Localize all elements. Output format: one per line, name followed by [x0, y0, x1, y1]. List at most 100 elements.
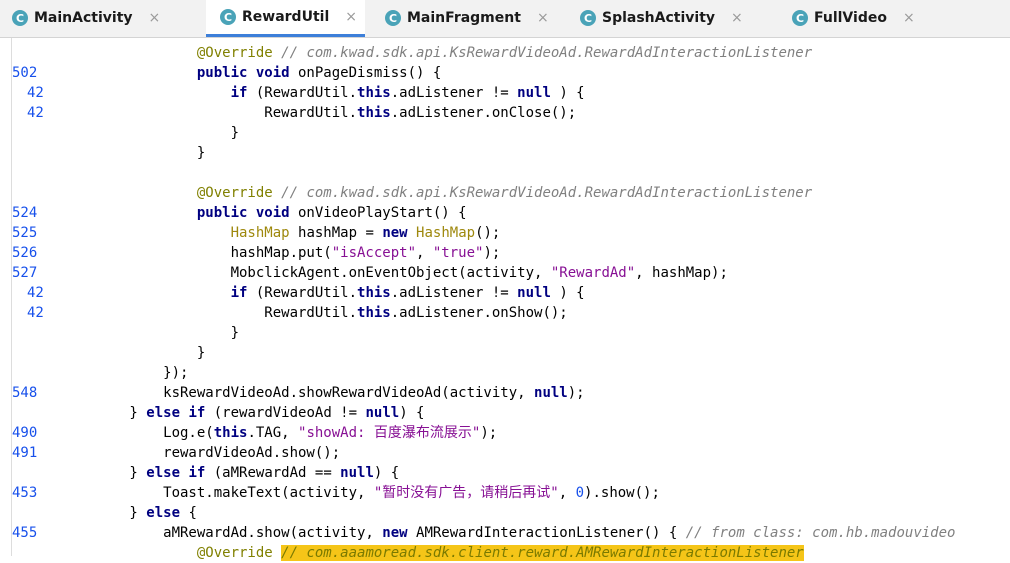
- code-token: // from class: com.hb.madouvideo: [685, 525, 956, 541]
- code-token: RewardUtil.: [62, 305, 358, 321]
- code-token: );: [483, 245, 501, 261]
- line-number: 42: [27, 85, 44, 101]
- code-token: MobclickAgent.onEventObject(activity,: [62, 265, 551, 281]
- code-token: // com.aaamoread.sdk.client.reward.AMRew…: [281, 545, 804, 561]
- line-number: 453: [12, 485, 38, 501]
- code-token: null: [517, 85, 551, 101]
- code-text: @Override // com.kwad.sdk.api.KsRewardVi…: [62, 43, 812, 63]
- code-text: if (RewardUtil.this.adListener != null )…: [62, 283, 585, 303]
- tab-rewardutil[interactable]: C RewardUtil ×: [206, 0, 365, 37]
- line-number: 455: [12, 525, 38, 541]
- code-token: ,: [558, 485, 576, 501]
- code-token: {: [180, 505, 197, 521]
- code-line: 42 RewardUtil.this.adListener.onClose();: [0, 103, 1010, 123]
- tab-label: SplashActivity: [602, 10, 716, 26]
- code-token: Log.e(: [62, 425, 214, 441]
- close-icon[interactable]: ×: [149, 10, 161, 26]
- code-token: public void: [196, 205, 290, 221]
- code-token: (RewardUtil.: [247, 285, 358, 301]
- code-token: @Override: [62, 45, 282, 61]
- code-text: hashMap.put("isAccept", "true");: [62, 243, 501, 263]
- code-token: else if: [146, 465, 206, 481]
- code-token: "true": [432, 245, 484, 261]
- code-text: });: [62, 363, 188, 383]
- code-text: @Override // com.kwad.sdk.api.KsRewardVi…: [62, 183, 812, 203]
- code-token: ,: [416, 245, 433, 261]
- code-token: ) {: [399, 405, 425, 421]
- code-token: .adListener.onClose();: [390, 105, 577, 121]
- code-token: this: [357, 305, 391, 321]
- code-token: else if: [146, 405, 206, 421]
- code-text: aMRewardAd.show(activity, new AMRewardIn…: [62, 523, 955, 543]
- code-line: }: [0, 123, 1010, 143]
- code-token: this: [213, 425, 248, 441]
- code-line: 42 RewardUtil.this.adListener.onShow();: [0, 303, 1010, 323]
- code-token: (aMRewardAd ==: [205, 465, 341, 481]
- line-number: 524: [12, 205, 38, 221]
- code-token: "showAd: 百度瀑布流展示": [298, 425, 481, 441]
- tab-fullvideo[interactable]: C FullVideo ×: [792, 0, 915, 36]
- code-token: (rewardVideoAd !=: [205, 405, 366, 421]
- code-token: "暂时没有广告，请稍后再试": [373, 485, 559, 501]
- code-line: 455 aMRewardAd.show(activity, new AMRewa…: [0, 523, 1010, 543]
- code-text: }: [62, 143, 205, 163]
- code-token: null: [534, 385, 568, 401]
- code-token: }: [62, 345, 206, 361]
- tab-splashactivity[interactable]: C SplashActivity ×: [580, 0, 743, 36]
- tab-label: MainFragment: [407, 10, 521, 26]
- code-text: RewardUtil.this.adListener.onShow();: [62, 303, 567, 323]
- code-token: Toast.makeText(activity,: [62, 485, 374, 501]
- code-editor[interactable]: @Override // com.kwad.sdk.api.KsRewardVi…: [0, 38, 1010, 561]
- code-line: }: [0, 323, 1010, 343]
- code-line: 490 Log.e(this.TAG, "showAd: 百度瀑布流展示");: [0, 423, 1010, 443]
- code-token: (RewardUtil.: [247, 85, 358, 101]
- code-token: @Override: [62, 185, 282, 201]
- line-number: 525: [12, 225, 38, 241]
- close-icon[interactable]: ×: [537, 10, 549, 26]
- code-token: }: [62, 465, 147, 481]
- code-line: 526 hashMap.put("isAccept", "true");: [0, 243, 1010, 263]
- code-text: }: [62, 343, 205, 363]
- tab-mainactivity[interactable]: C MainActivity ×: [12, 0, 160, 36]
- close-icon[interactable]: ×: [903, 10, 915, 26]
- code-token: hashMap =: [289, 225, 383, 241]
- code-line: } else {: [0, 503, 1010, 523]
- code-token: ) {: [550, 85, 585, 101]
- code-text: ksRewardVideoAd.showRewardVideoAd(activi…: [62, 383, 584, 403]
- line-number: 548: [12, 385, 38, 401]
- line-number: 42: [27, 285, 44, 301]
- code-line: 42 if (RewardUtil.this.adListener != nul…: [0, 83, 1010, 103]
- code-token: public void: [196, 65, 290, 81]
- code-token: this: [357, 85, 391, 101]
- tab-mainfragment[interactable]: C MainFragment ×: [385, 0, 549, 36]
- code-token: onPageDismiss() {: [289, 65, 442, 81]
- code-line: } else if (aMRewardAd == null) {: [0, 463, 1010, 483]
- code-token: "isAccept": [331, 245, 417, 261]
- code-token: .adListener !=: [390, 285, 518, 301]
- code-token: // com.kwad.sdk.api.KsRewardVideoAd.Rewa…: [281, 185, 813, 201]
- code-token: }: [62, 125, 240, 141]
- code-token: 0: [575, 485, 585, 501]
- close-icon[interactable]: ×: [345, 9, 357, 25]
- line-number: 42: [27, 305, 44, 321]
- code-text: HashMap hashMap = new HashMap();: [62, 223, 501, 243]
- code-token: null: [365, 405, 400, 421]
- tab-label: RewardUtil: [242, 9, 330, 25]
- code-text: }: [62, 323, 239, 343]
- code-text: public void onPageDismiss() {: [62, 63, 441, 83]
- code-token: }: [62, 145, 206, 161]
- code-token: .adListener !=: [390, 85, 518, 101]
- code-text: } else {: [62, 503, 197, 523]
- code-line: }: [0, 143, 1010, 163]
- close-icon[interactable]: ×: [731, 10, 743, 26]
- code-token: else: [146, 505, 181, 521]
- code-token: HashMap: [416, 225, 476, 241]
- code-line: @Override // com.kwad.sdk.api.KsRewardVi…: [0, 183, 1010, 203]
- code-token: RewardUtil.: [62, 105, 358, 121]
- code-token: rewardVideoAd.show();: [62, 445, 341, 461]
- code-area[interactable]: @Override // com.kwad.sdk.api.KsRewardVi…: [0, 38, 1010, 561]
